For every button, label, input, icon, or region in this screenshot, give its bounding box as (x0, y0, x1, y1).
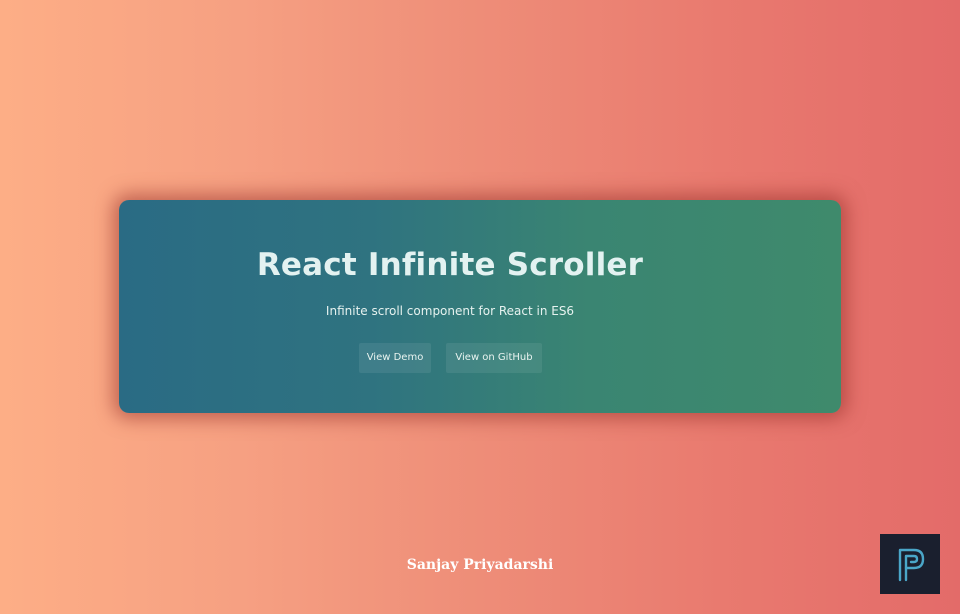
hero-title: React Infinite Scroller (256, 247, 644, 283)
author-name: Sanjay Priyadarshi (406, 557, 554, 573)
view-on-github-button[interactable]: View on GitHub (446, 343, 542, 373)
logo-badge (880, 534, 940, 594)
hero-card: React Infinite Scroller Infinite scroll … (119, 200, 841, 413)
stylized-p-logo-icon (898, 548, 925, 582)
view-demo-button[interactable]: View Demo (359, 343, 431, 373)
hero-subtitle: Infinite scroll component for React in E… (325, 304, 575, 318)
